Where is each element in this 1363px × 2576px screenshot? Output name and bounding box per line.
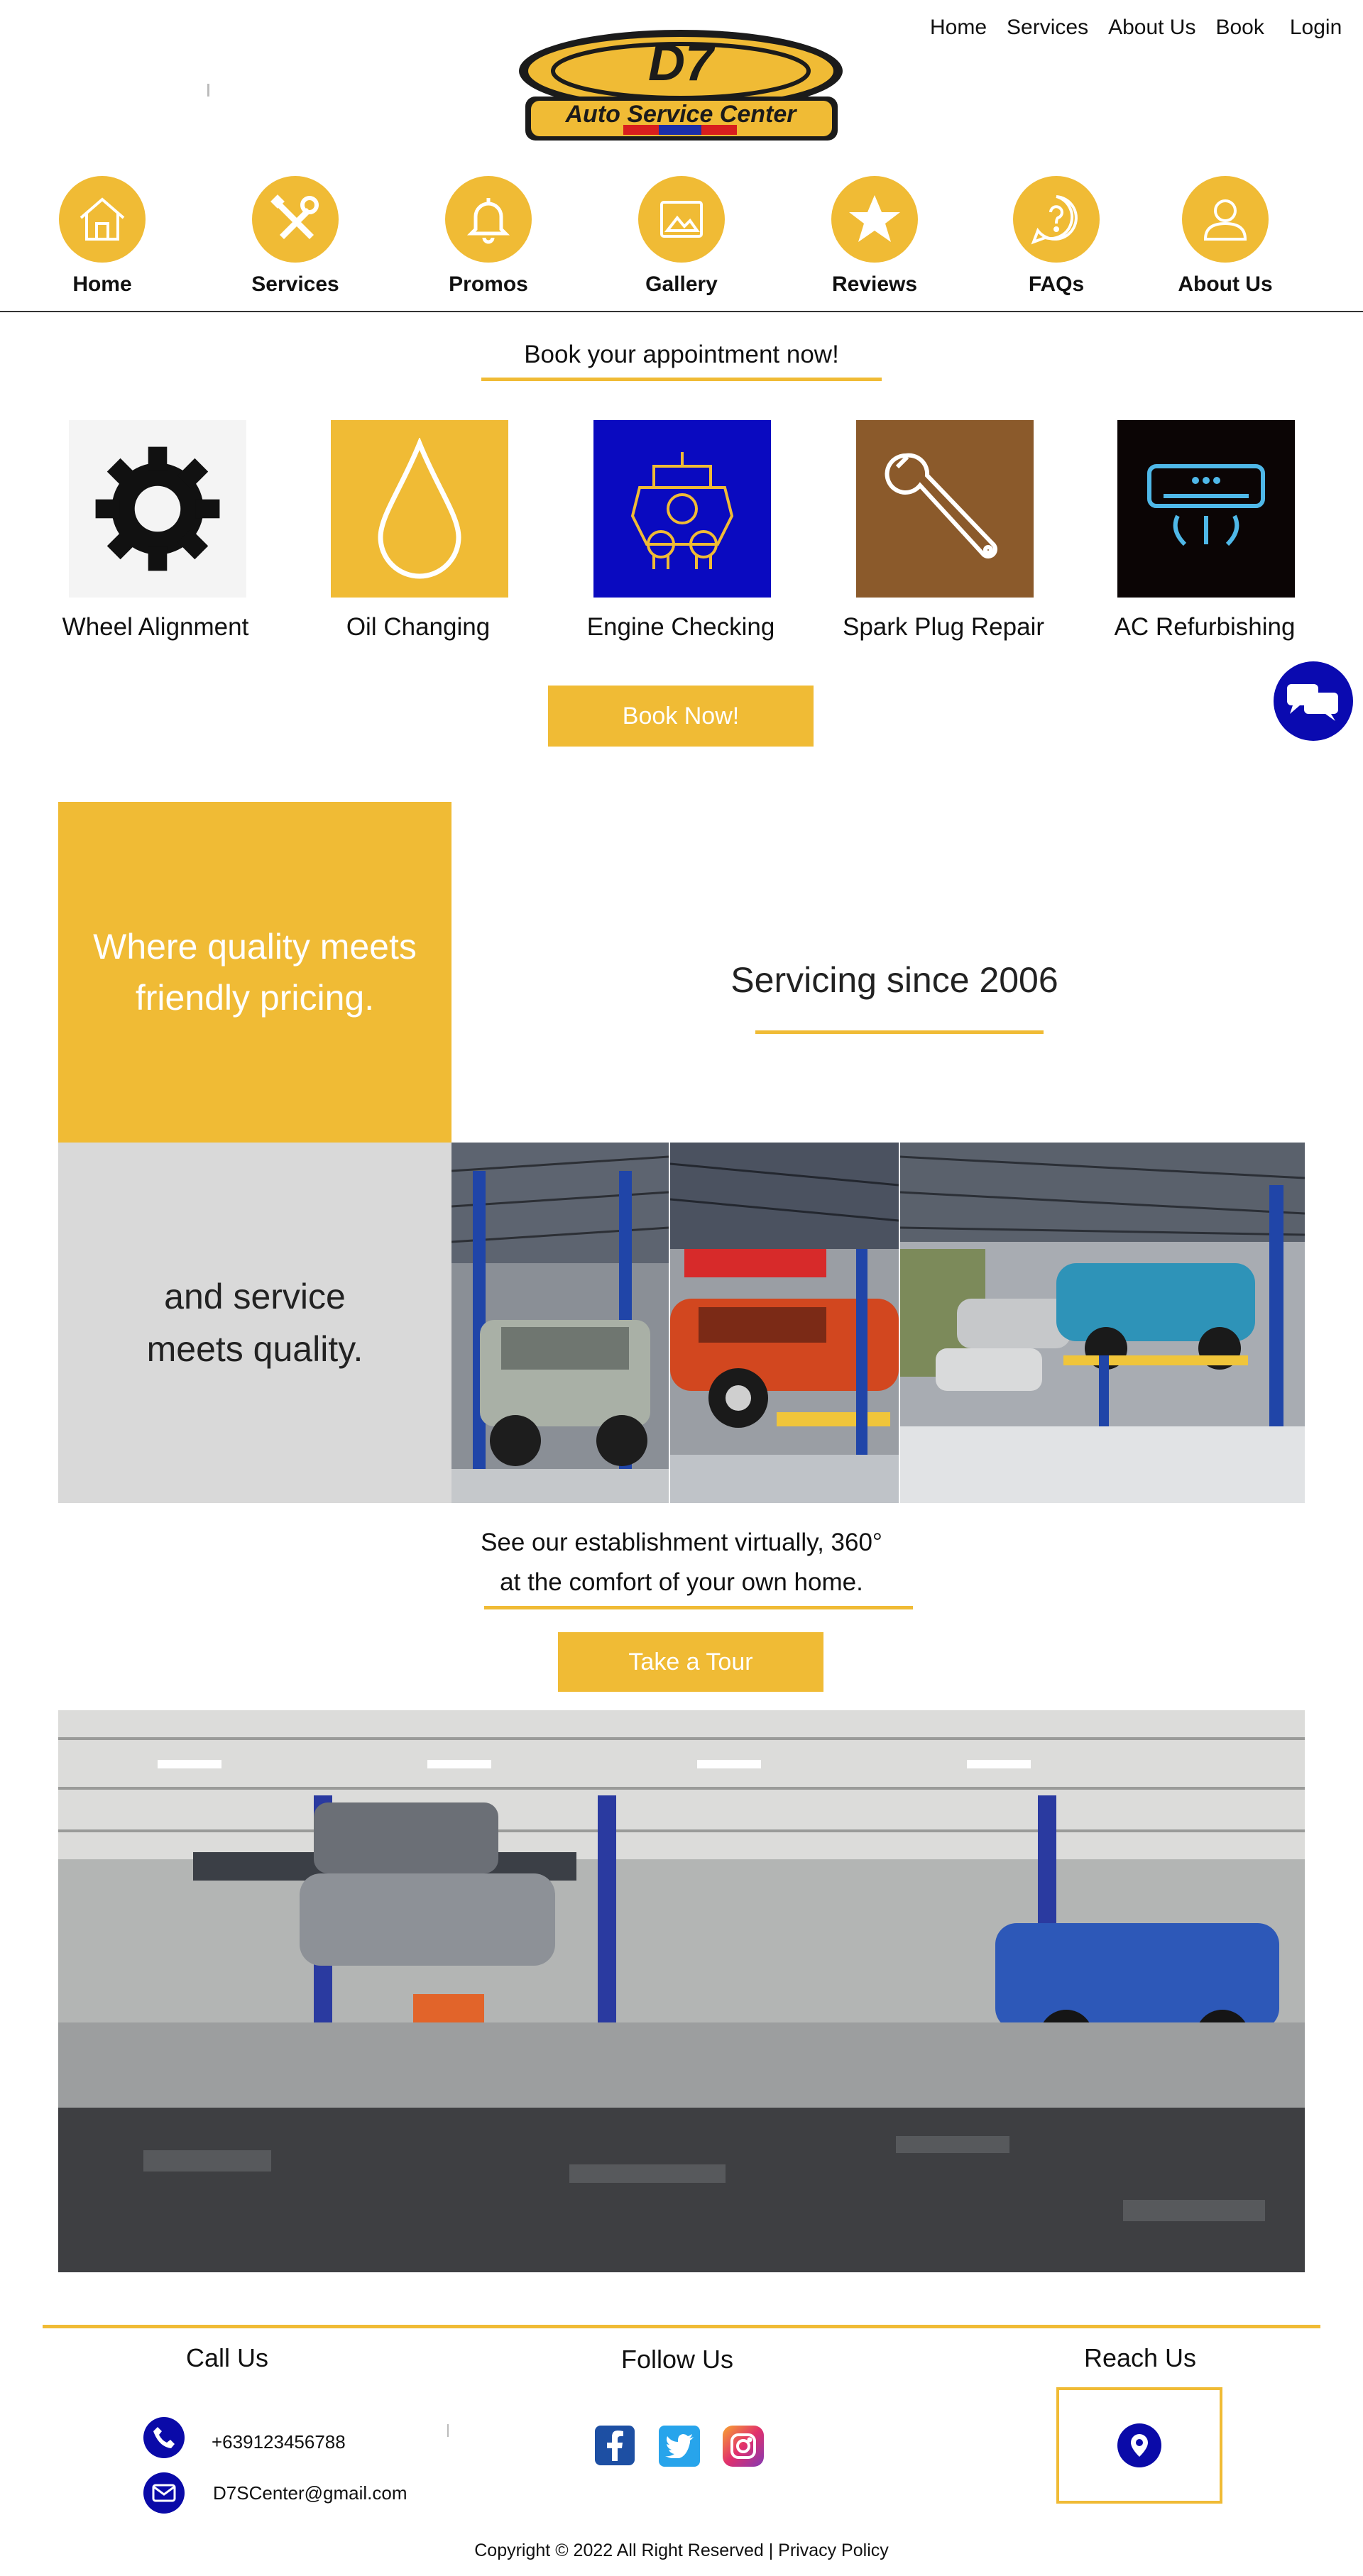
- service-label: Oil Changing: [346, 613, 491, 641]
- footer-divider-mark: [447, 2424, 449, 2437]
- quality-panel: Where quality meets friendly pricing.: [58, 802, 451, 1143]
- service-panel: and service meets quality.: [58, 1143, 451, 1503]
- gear-icon: [69, 420, 246, 598]
- question-icon: [1013, 176, 1100, 263]
- divider-mark: [207, 84, 209, 97]
- image-icon: [638, 176, 725, 263]
- logo-main-text: D7: [647, 35, 714, 92]
- icon-nav-label: Promos: [449, 273, 528, 296]
- instagram-icon[interactable]: [723, 2426, 764, 2467]
- icon-nav-label: Services: [251, 273, 339, 296]
- icon-nav-label: Reviews: [831, 273, 918, 296]
- service-oil-changing[interactable]: Oil Changing: [287, 420, 549, 642]
- logo[interactable]: D7 Auto Service Center: [517, 27, 845, 146]
- email-icon[interactable]: [143, 2472, 185, 2514]
- service-spark-plug-repair[interactable]: Spark Plug Repair: [812, 420, 1082, 642]
- tour-line-1: See our establishment virtually, 360°: [481, 1529, 882, 1556]
- since-underline: [755, 1030, 1044, 1034]
- top-nav-login[interactable]: Login: [1290, 16, 1342, 40]
- icon-nav-gallery[interactable]: Gallery: [589, 176, 774, 297]
- service-ac-refurbishing[interactable]: AC Refurbishing: [1073, 420, 1336, 642]
- service-label: Wheel Alignment: [62, 613, 249, 641]
- map-box[interactable]: [1056, 2387, 1222, 2504]
- book-now-button[interactable]: Book Now!: [548, 686, 814, 747]
- star-icon: [831, 176, 918, 263]
- top-nav-services[interactable]: Services: [1007, 16, 1088, 40]
- footer-divider: [43, 2325, 1320, 2328]
- air-conditioner-icon: [1117, 420, 1295, 598]
- top-nav: Home Services About Us Book Login: [930, 16, 1342, 40]
- top-nav-book[interactable]: Book: [1215, 16, 1264, 40]
- header-divider: [0, 311, 1363, 312]
- service-text: and service meets quality.: [146, 1277, 363, 1369]
- top-nav-about-us[interactable]: About Us: [1108, 16, 1195, 40]
- tour-text: See our establishment virtually, 360° at…: [398, 1523, 965, 1602]
- icon-nav: Home Services Promos Gallery Reviews FAQ…: [0, 176, 1363, 304]
- tools-icon: [252, 176, 339, 263]
- service-label: Engine Checking: [586, 613, 775, 641]
- icon-nav-label: Gallery: [645, 273, 718, 296]
- heading-underline: [481, 378, 882, 381]
- phone-number[interactable]: +639123456788: [212, 2431, 346, 2453]
- engine-icon: [593, 420, 771, 598]
- location-pin-icon: [1117, 2423, 1161, 2467]
- home-icon: [59, 176, 146, 263]
- oil-drop-icon: [331, 420, 508, 598]
- icon-nav-services[interactable]: Services: [203, 176, 388, 297]
- garage-panorama: [58, 1710, 1305, 2272]
- garage-photo-2: [670, 1143, 899, 1503]
- service-wheel-alignment[interactable]: Wheel Alignment: [24, 420, 287, 642]
- icon-nav-label: FAQs: [1028, 273, 1085, 296]
- twitter-icon[interactable]: [659, 2426, 700, 2467]
- service-engine-checking[interactable]: Engine Checking: [549, 420, 812, 642]
- service-label: AC Refurbishing: [1114, 613, 1296, 641]
- bell-icon: [445, 176, 532, 263]
- garage-photo-1: [451, 1143, 669, 1503]
- chat-icon: [1287, 684, 1338, 721]
- icon-nav-promos[interactable]: Promos: [396, 176, 581, 297]
- tour-underline: [484, 1606, 913, 1609]
- copyright: Copyright © 2022 All Right Reserved | Pr…: [474, 2541, 889, 2560]
- icon-nav-reviews[interactable]: Reviews: [782, 176, 967, 297]
- user-icon: [1182, 176, 1269, 263]
- icon-nav-label: Home: [72, 273, 132, 296]
- quality-text: Where quality meets friendly pricing.: [93, 927, 417, 1018]
- tour-line-2: at the comfort of your own home.: [500, 1568, 863, 1596]
- wrench-icon: [856, 420, 1034, 598]
- phone-icon[interactable]: [143, 2417, 185, 2458]
- icon-nav-about-us[interactable]: About Us: [1133, 176, 1318, 297]
- reach-us-title: Reach Us: [1083, 2343, 1197, 2372]
- take-a-tour-button[interactable]: Take a Tour: [558, 1632, 823, 1692]
- garage-photo-3: [900, 1143, 1305, 1503]
- facebook-icon[interactable]: [595, 2426, 635, 2465]
- icon-nav-faqs[interactable]: FAQs: [964, 176, 1149, 297]
- icon-nav-label: About Us: [1178, 273, 1273, 296]
- appointment-heading: Book your appointment now!: [524, 341, 839, 368]
- chat-button[interactable]: [1274, 661, 1353, 741]
- logo-sub-text: Auto Service Center: [565, 101, 797, 128]
- service-label: Spark Plug Repair: [842, 613, 1045, 641]
- since-text: Servicing since 2006: [730, 960, 1058, 1000]
- email-address[interactable]: D7SCenter@gmail.com: [213, 2482, 407, 2504]
- call-us-title: Call Us: [185, 2343, 268, 2372]
- follow-us-title: Follow Us: [620, 2345, 734, 2374]
- top-nav-home[interactable]: Home: [930, 16, 987, 40]
- icon-nav-home[interactable]: Home: [10, 176, 195, 297]
